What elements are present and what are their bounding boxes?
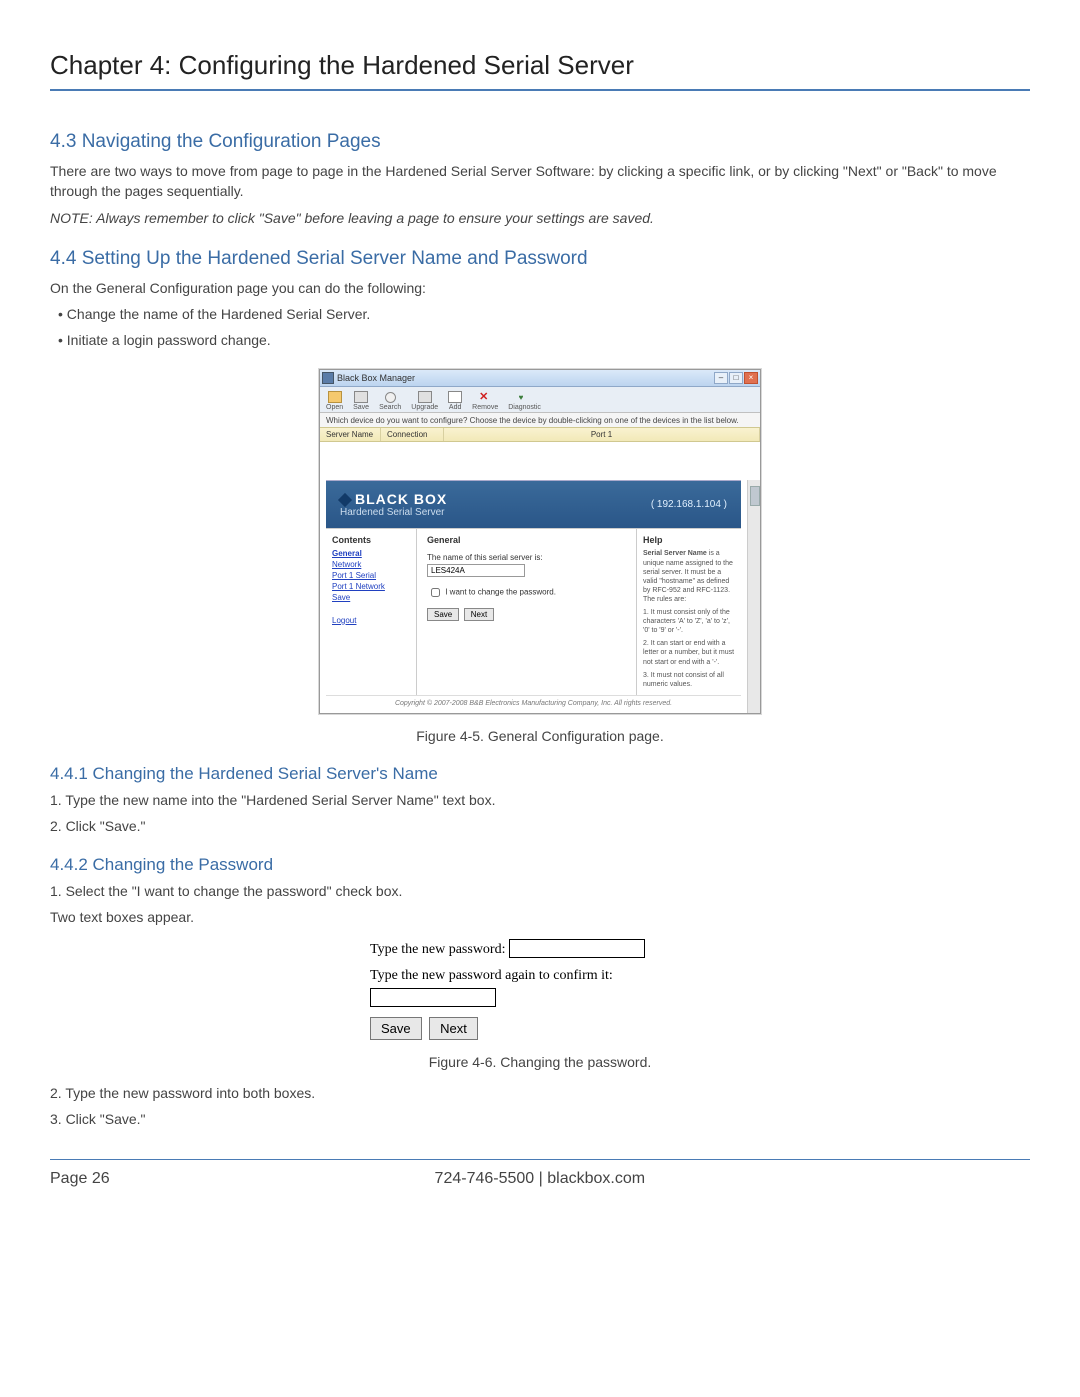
para-4-3-1: There are two ways to move from page to … [50, 161, 1030, 202]
scrollbar[interactable] [747, 480, 760, 713]
remove-icon: ✕ [479, 393, 491, 403]
page-number: Page 26 [50, 1170, 110, 1188]
figure-4-5-screenshot: Black Box Manager – □ × Open Save Search… [319, 369, 761, 714]
minimize-button[interactable]: – [714, 372, 728, 384]
step-441-2: 2. Click "Save." [50, 816, 1030, 836]
help-rule-2: 2. It can start or end with a letter or … [643, 639, 735, 666]
sidebar-link-logout[interactable]: Logout [332, 616, 410, 625]
chapter-title: Chapter 4: Configuring the Hardened Seri… [50, 50, 1030, 81]
confirm-password-input[interactable] [370, 988, 496, 1007]
new-password-input[interactable] [509, 939, 645, 958]
main-heading: General [427, 535, 626, 545]
window-titlebar: Black Box Manager – □ × [320, 370, 760, 387]
magnifier-icon [385, 392, 396, 403]
col-connection[interactable]: Connection [381, 428, 444, 441]
figure-4-6-screenshot: Type the new password: Type the new pass… [370, 939, 710, 1040]
confirm-password-label: Type the new password again to confirm i… [370, 968, 613, 983]
step-442-note: Two text boxes appear. [50, 907, 1030, 927]
device-list-header: Server Name Connection Port 1 [320, 427, 760, 442]
window-title: Black Box Manager [337, 373, 415, 383]
brand-subtitle: Hardened Serial Server [340, 507, 447, 518]
scrollbar-thumb[interactable] [750, 486, 760, 506]
fig6-save-button[interactable]: Save [370, 1017, 422, 1040]
folder-open-icon [328, 391, 342, 403]
server-name-label: The name of this serial server is: [427, 553, 626, 562]
sidebar-link-network[interactable]: Network [332, 560, 410, 569]
instruction-text: Which device do you want to configure? C… [320, 413, 760, 427]
bullet-4-4-a: • Change the name of the Hardened Serial… [58, 304, 1030, 324]
help-rule-1: 1. It must consist only of the character… [643, 608, 735, 635]
ip-address-label: ( 192.168.1.104 ) [651, 499, 727, 510]
toolbar: Open Save Search Upgrade Add ✕Remove ♥Di… [320, 387, 760, 413]
help-p1: is a unique name assigned to the serial … [643, 550, 733, 602]
change-password-label: I want to change the password. [445, 587, 556, 596]
upgrade-icon [418, 391, 432, 403]
close-button[interactable]: × [744, 372, 758, 384]
col-server-name[interactable]: Server Name [320, 428, 381, 441]
copyright-text: Copyright © 2007-2008 B&B Electronics Ma… [326, 695, 741, 713]
new-password-label: Type the new password: [370, 942, 506, 957]
device-list[interactable] [320, 442, 760, 480]
step-442-1: 1. Select the "I want to change the pass… [50, 881, 1030, 901]
toolbar-open[interactable]: Open [326, 391, 343, 411]
save-button[interactable]: Save [427, 608, 459, 621]
heading-4-4: 4.4 Setting Up the Hardened Serial Serve… [50, 248, 1030, 270]
col-port1[interactable]: Port 1 [444, 428, 760, 441]
help-heading: Help [643, 535, 735, 547]
change-password-checkbox[interactable] [431, 588, 440, 597]
page-footer: Page 26 724-746-5500 | blackbox.com [50, 1170, 1030, 1188]
figure-4-5-caption: Figure 4-5. General Configuration page. [50, 726, 1030, 746]
toolbar-add[interactable]: Add [448, 391, 462, 411]
maximize-button[interactable]: □ [729, 372, 743, 384]
main-panel-general: General The name of this serial server i… [417, 529, 637, 695]
help-rule-3: 3. It must not consist of all numeric va… [643, 671, 735, 689]
toolbar-remove[interactable]: ✕Remove [472, 393, 498, 411]
heading-4-4-1: 4.4.1 Changing the Hardened Serial Serve… [50, 764, 1030, 784]
app-icon [322, 372, 334, 384]
sidebar-contents: Contents General Network Port 1 Serial P… [326, 529, 417, 695]
step-442-2: 2. Type the new password into both boxes… [50, 1083, 1030, 1103]
para-4-4-1: On the General Configuration page you ca… [50, 278, 1030, 298]
bullet-4-4-b: • Initiate a login password change. [58, 330, 1030, 350]
toolbar-save[interactable]: Save [353, 391, 369, 411]
help-term: Serial Server Name [643, 550, 707, 557]
brand-label: BLACK BOX [355, 491, 447, 507]
sidebar-heading: Contents [332, 535, 410, 545]
toolbar-upgrade[interactable]: Upgrade [411, 391, 438, 411]
add-icon [448, 391, 462, 403]
sidebar-link-general[interactable]: General [332, 549, 410, 558]
help-panel: Help Serial Server Name is a unique name… [637, 529, 741, 695]
diagnostic-icon: ♥ [519, 393, 531, 403]
step-442-3: 3. Click "Save." [50, 1109, 1030, 1129]
floppy-icon [354, 391, 368, 403]
next-button[interactable]: Next [464, 608, 494, 621]
heading-4-4-2: 4.4.2 Changing the Password [50, 855, 1030, 875]
diamond-icon [338, 493, 352, 507]
server-name-input[interactable] [427, 564, 525, 577]
sidebar-link-save[interactable]: Save [332, 593, 410, 602]
toolbar-diagnostic[interactable]: ♥Diagnostic [508, 393, 541, 411]
fig6-next-button[interactable]: Next [429, 1017, 478, 1040]
toolbar-search[interactable]: Search [379, 392, 401, 411]
footer-contact: 724-746-5500 | blackbox.com [110, 1170, 970, 1188]
sidebar-link-port1-serial[interactable]: Port 1 Serial [332, 571, 410, 580]
figure-4-6-caption: Figure 4-6. Changing the password. [50, 1052, 1030, 1072]
web-banner: BLACK BOX Hardened Serial Server ( 192.1… [326, 480, 741, 528]
sidebar-link-port1-network[interactable]: Port 1 Network [332, 582, 410, 591]
chapter-rule [50, 89, 1030, 91]
step-441-1: 1. Type the new name into the "Hardened … [50, 790, 1030, 810]
heading-4-3: 4.3 Navigating the Configuration Pages [50, 131, 1030, 153]
footer-rule [50, 1159, 1030, 1160]
note-4-3: NOTE: Always remember to click "Save" be… [50, 208, 1030, 228]
